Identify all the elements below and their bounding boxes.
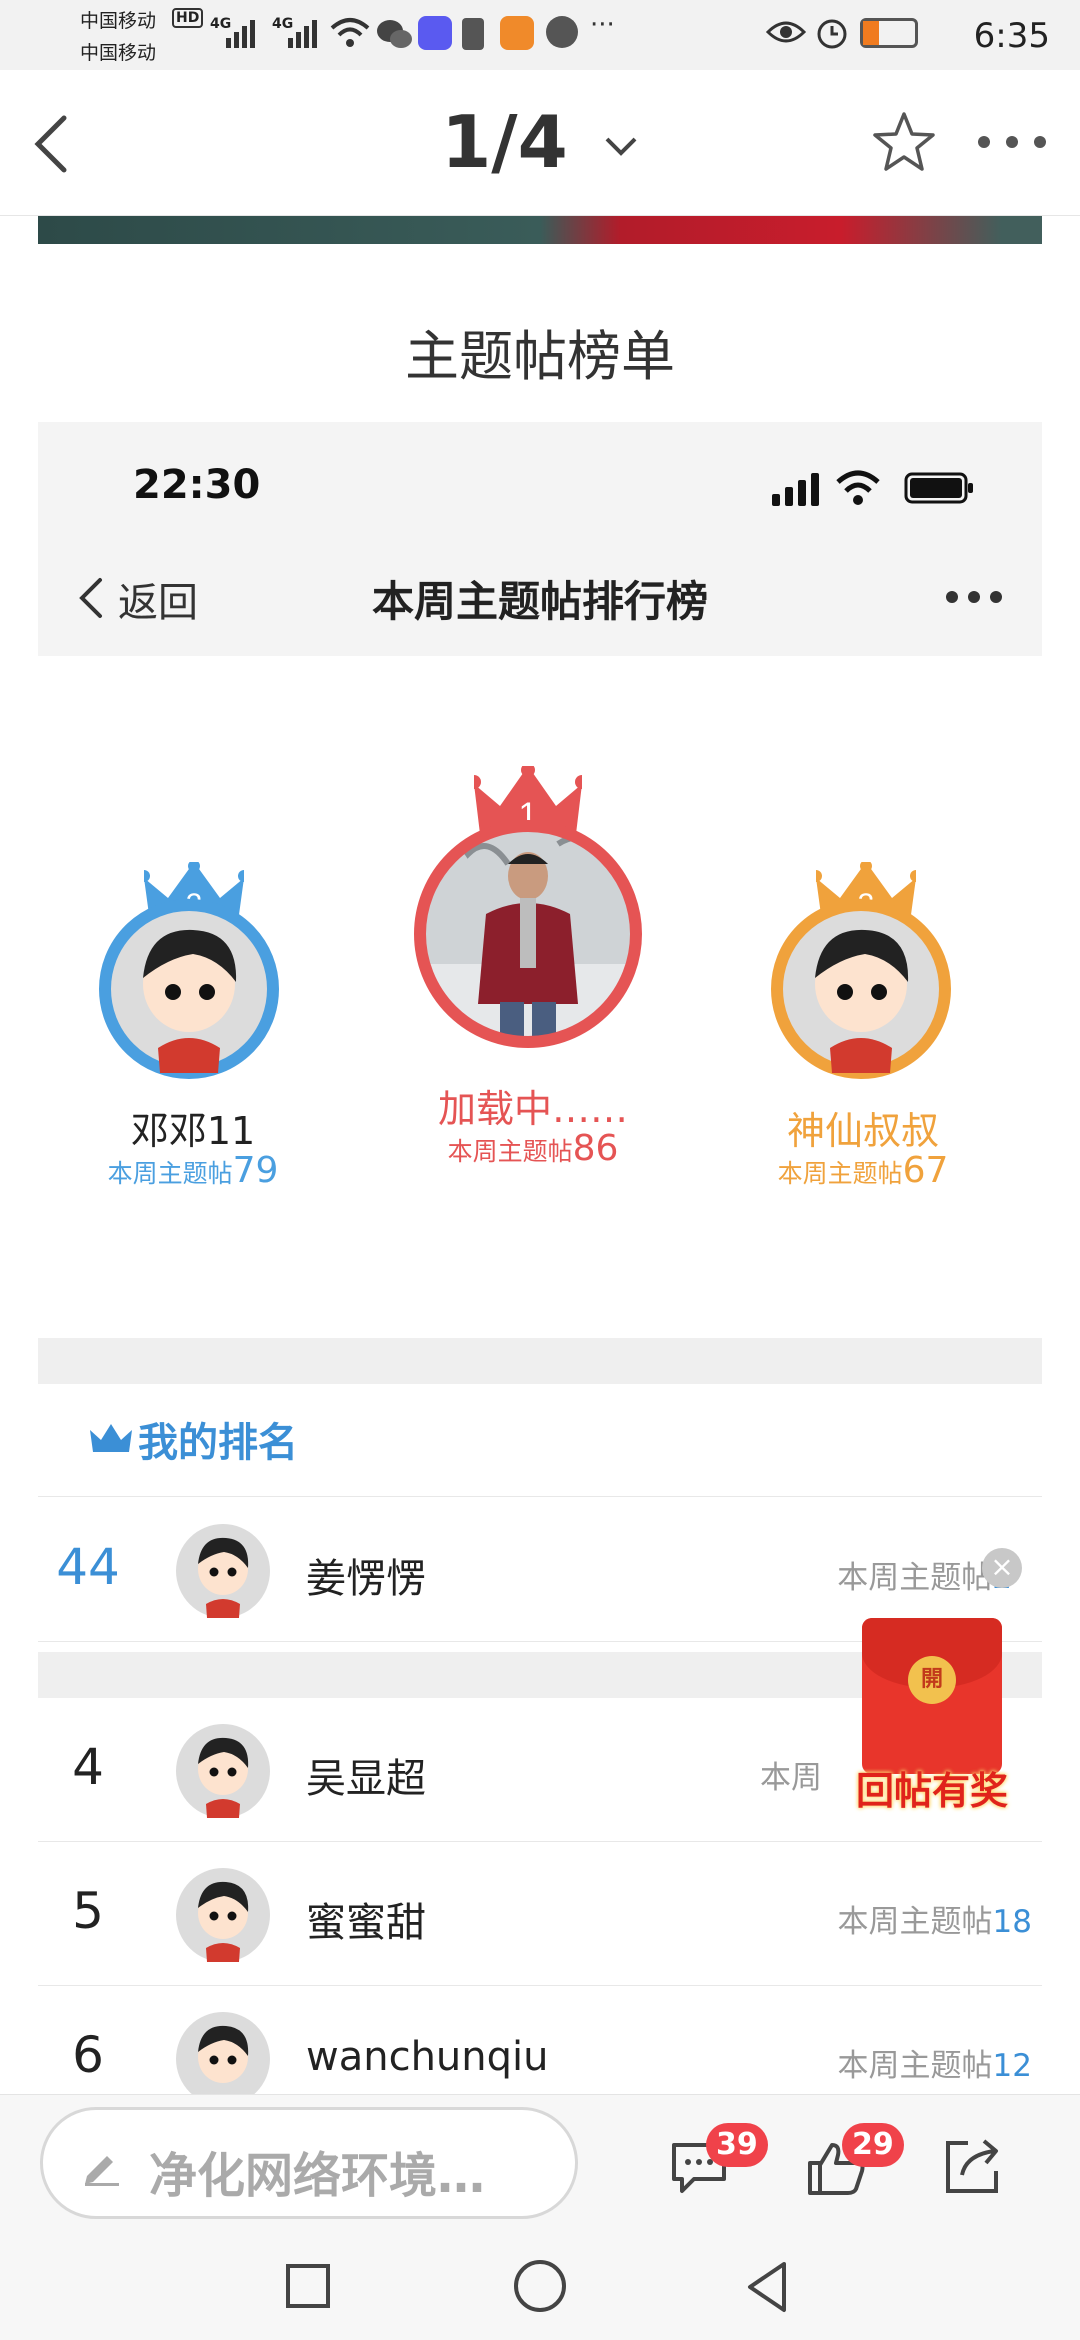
browser-app-icon	[546, 16, 578, 48]
page-indicator-label: 1/4	[441, 100, 568, 184]
recent-apps-icon[interactable]	[286, 2264, 330, 2308]
chevron-down-icon	[605, 138, 637, 157]
row-rank: 4	[72, 1738, 104, 1796]
embedded-more-icon[interactable]	[944, 588, 1004, 606]
podium-rank-2-name[interactable]: 邓邓11	[68, 1100, 318, 1155]
wifi-icon	[330, 18, 370, 47]
section-divider	[38, 1338, 1042, 1384]
row-username: wanchunqiu	[306, 2034, 549, 2080]
carrier-primary: 中国移动	[80, 10, 157, 32]
row-stat-value: 18	[992, 1904, 1032, 1940]
article-image-bottom-edge	[38, 216, 1042, 244]
podium-rank-1-name[interactable]: 加载中……	[388, 1078, 678, 1133]
eye-icon	[766, 21, 806, 43]
row-stat: 本周主题帖12	[838, 2040, 1032, 2085]
embedded-battery-icon	[904, 472, 973, 504]
ranking-row[interactable]: 5 蜜蜜甜 本周主题帖18	[38, 1842, 1042, 1986]
back-triangle-icon[interactable]	[744, 2260, 790, 2314]
embedded-ranking-screenshot: 22:30 返回 本周主题帖排行榜 2	[38, 422, 1042, 2098]
crown-small-icon	[90, 1424, 132, 1452]
comment-placeholder: 净化网络环境…	[149, 2148, 486, 2204]
row-username: 蜜蜜甜	[306, 1900, 426, 1946]
avatar	[176, 2012, 270, 2098]
alarm-icon	[817, 19, 847, 49]
row-stat-value: 12	[992, 2048, 1032, 2084]
star-icon[interactable]	[872, 110, 936, 174]
home-icon[interactable]	[514, 2260, 566, 2312]
red-envelope-button[interactable]: 開	[862, 1618, 1002, 1774]
podium-count-value: 79	[232, 1150, 279, 1191]
embedded-time: 22:30	[133, 462, 261, 508]
row-stat: 本周主题帖18	[838, 1896, 1032, 1941]
row-username: 吴显超	[306, 1756, 426, 1802]
divider	[38, 1496, 1042, 1497]
bottom-action-bar: 净化网络环境… 39 29	[0, 2094, 1080, 2226]
battery-icon	[860, 18, 918, 48]
row-stat-label: 本周主题帖	[837, 1560, 993, 1596]
avatar	[176, 1524, 270, 1618]
envelope-seal: 開	[908, 1656, 956, 1704]
section-heading: 主题帖榜单	[405, 325, 675, 388]
row-stat-label: 本周主题帖	[837, 1904, 993, 1940]
podium-rank-3-name[interactable]: 神仙叔叔	[738, 1100, 988, 1155]
status-bar: 中国移动 HD 中国移动 4G 4G ··· 6:35	[0, 0, 1080, 70]
my-rank-label: 我的排名	[138, 1420, 298, 1466]
comments-button[interactable]: 39	[668, 2123, 768, 2199]
wechat-icon	[377, 20, 412, 48]
avatar	[99, 899, 279, 1079]
signal-icon-2	[288, 20, 317, 48]
podium-count-label: 本周主题帖	[447, 1137, 573, 1166]
hd-badge: HD	[172, 8, 204, 28]
likes-count-badge: 29	[842, 2123, 904, 2167]
embedded-wifi-icon	[836, 470, 880, 505]
promo-label[interactable]: 回帖有奖	[832, 1760, 1032, 1815]
avatar	[176, 1868, 270, 1962]
share-icon[interactable]	[940, 2135, 1004, 2199]
avatar	[176, 1724, 270, 1818]
avatar	[771, 899, 951, 1079]
row-stat: 本周	[760, 1752, 822, 1797]
embedded-signal-icon	[772, 473, 819, 506]
podium-rank-2-count: 本周主题帖79	[58, 1150, 328, 1191]
podium-rank-1[interactable]: 1	[408, 766, 658, 1066]
pencil-icon	[85, 2156, 119, 2186]
embedded-header: 返回 本周主题帖排行榜	[38, 534, 1042, 656]
podium-rank-3[interactable]: 3	[770, 862, 962, 1092]
like-button[interactable]: 29	[806, 2123, 904, 2199]
row-rank: 5	[72, 1882, 104, 1940]
row-username: 姜愣愣	[306, 1556, 426, 1602]
podium-count-label: 本周主题帖	[777, 1159, 903, 1188]
row-rank: 6	[72, 2026, 104, 2084]
ranking-title: 本周主题帖排行榜	[371, 577, 708, 626]
podium-count-value: 86	[572, 1128, 619, 1169]
alert-notification-icon	[462, 18, 484, 50]
podium-rank-2[interactable]: 2	[98, 862, 290, 1092]
app-notification-icon	[418, 16, 452, 50]
row-rank: 44	[56, 1538, 120, 1596]
avatar-photo	[414, 820, 642, 1048]
carrier-secondary: 中国移动	[80, 42, 157, 64]
comment-input[interactable]: 净化网络环境…	[40, 2107, 578, 2219]
status-time: 6:35	[973, 16, 1050, 56]
comments-count-badge: 39	[706, 2123, 768, 2167]
system-navigation-bar	[0, 2226, 1080, 2340]
close-icon[interactable]: ×	[982, 1548, 1022, 1588]
row-stat-label: 本周	[760, 1760, 822, 1796]
more-options-icon[interactable]	[976, 132, 1048, 152]
more-notifications-icon: ···	[590, 10, 615, 40]
embedded-status-bar: 22:30	[38, 422, 1042, 534]
row-stat-label: 本周主题帖	[837, 2048, 993, 2084]
podium-rank-3-count: 本周主题帖67	[728, 1150, 998, 1191]
podium-rank-1-count: 本周主题帖86	[378, 1128, 688, 1169]
video-app-icon	[500, 16, 534, 50]
podium-count-label: 本周主题帖	[107, 1159, 233, 1188]
podium-count-value: 67	[902, 1150, 949, 1191]
top-nav-bar: 1/4	[0, 70, 1080, 216]
signal-icon	[226, 20, 255, 48]
